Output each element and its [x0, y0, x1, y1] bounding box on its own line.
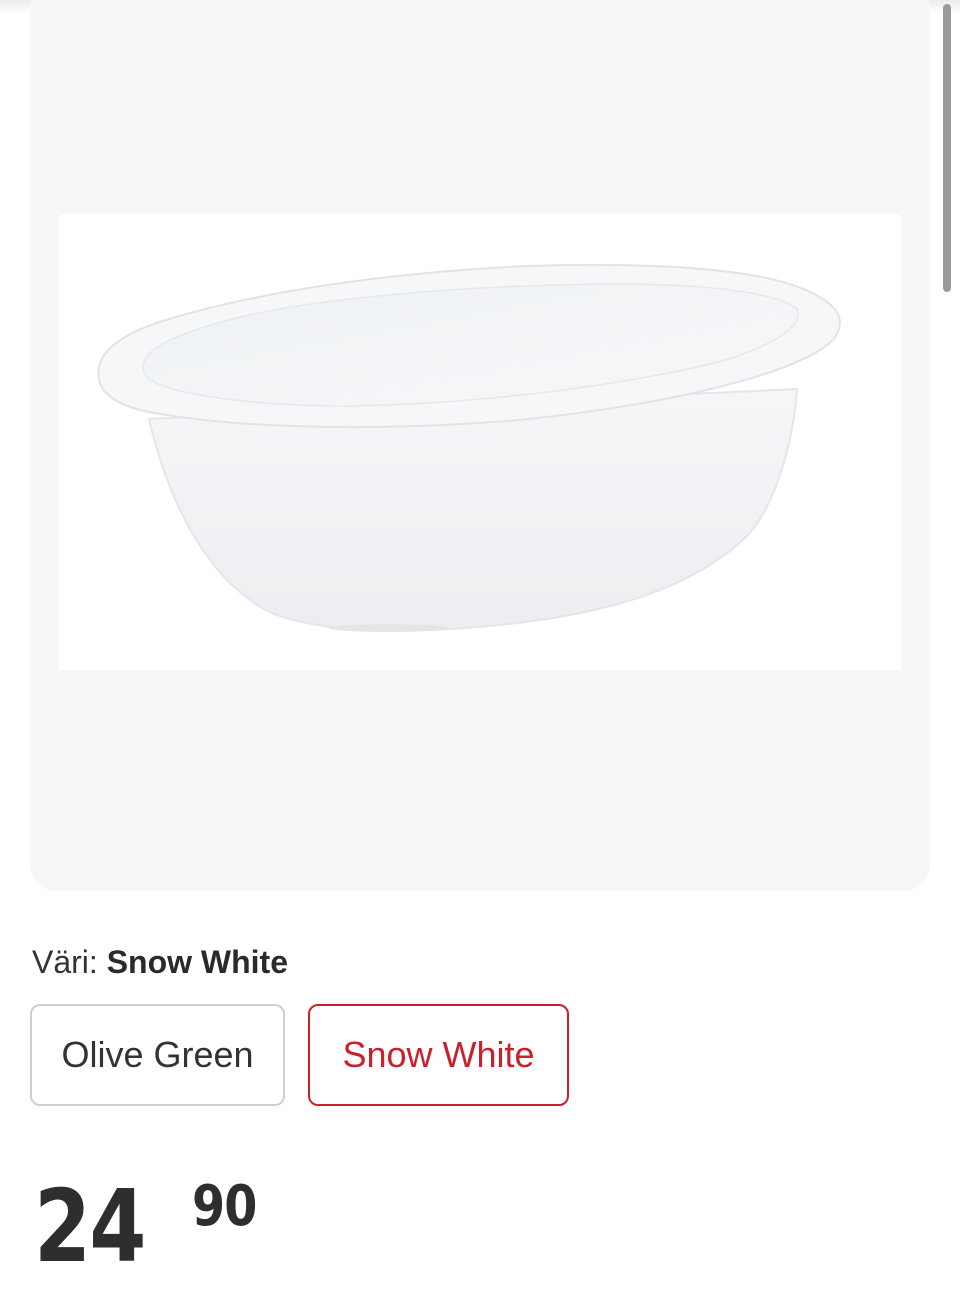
bath-tub-illustration [97, 263, 841, 632]
color-option-label: Snow White [342, 1034, 535, 1075]
product-image [59, 214, 901, 670]
product-page: Väri: Snow White Olive Green Snow White … [0, 0, 960, 1295]
color-option-label: Olive Green [61, 1034, 254, 1075]
color-option-olive-green[interactable]: Olive Green [30, 1004, 285, 1106]
price-cents: 90 [192, 1174, 257, 1239]
color-selection-label: Väri: Snow White [32, 942, 288, 982]
color-option-snow-white[interactable]: Snow White [308, 1004, 569, 1106]
scrollbar[interactable] [943, 4, 951, 292]
product-price: 24 90 [34, 1168, 257, 1285]
selected-color-name: Snow White [106, 944, 288, 980]
color-label-prefix: Väri: [32, 944, 98, 980]
price-main: 24 [34, 1168, 146, 1285]
